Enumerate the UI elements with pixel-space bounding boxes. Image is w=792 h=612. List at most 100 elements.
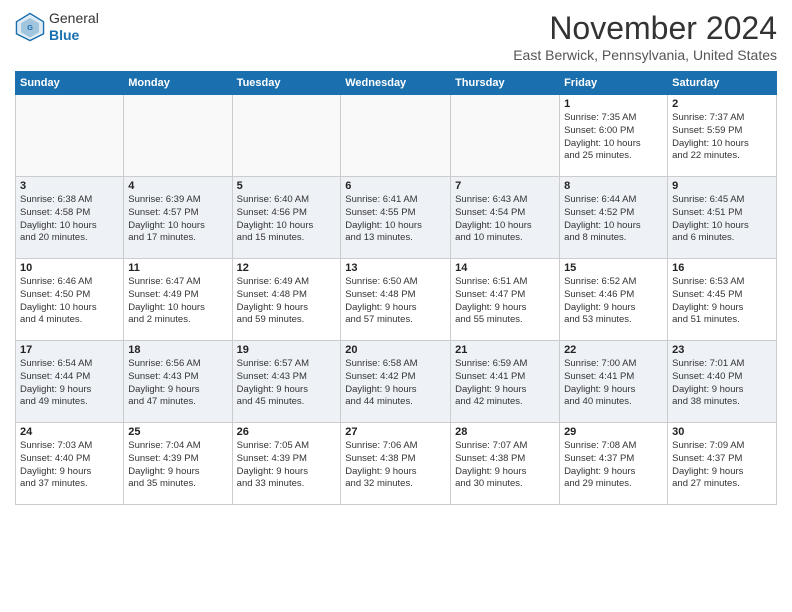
logo-text: General Blue <box>49 10 99 44</box>
calendar-week-3: 10 Sunrise: 6:46 AM Sunset: 4:50 PM Dayli… <box>16 259 777 341</box>
day-info: Sunrise: 6:58 AM Sunset: 4:42 PM Dayligh… <box>345 358 446 409</box>
day-number: 24 <box>20 426 119 438</box>
day-number: 20 <box>345 344 446 356</box>
day-info: Sunrise: 6:47 AM Sunset: 4:49 PM Dayligh… <box>128 276 227 327</box>
calendar-cell <box>232 95 341 177</box>
day-number: 21 <box>455 344 555 356</box>
day-number: 1 <box>564 98 663 110</box>
day-number: 17 <box>20 344 119 356</box>
calendar-cell <box>341 95 451 177</box>
day-number: 13 <box>345 262 446 274</box>
calendar-cell: 14Sunrise: 6:51 AM Sunset: 4:47 PM Dayli… <box>451 259 560 341</box>
day-number: 9 <box>672 180 772 192</box>
day-info: Sunrise: 6:56 AM Sunset: 4:43 PM Dayligh… <box>128 358 227 409</box>
day-number: 18 <box>128 344 227 356</box>
day-number: 11 <box>128 262 227 274</box>
calendar-cell: 5Sunrise: 6:40 AM Sunset: 4:56 PM Daylig… <box>232 177 341 259</box>
day-number: 30 <box>672 426 772 438</box>
calendar-cell: 27Sunrise: 7:06 AM Sunset: 4:38 PM Dayli… <box>341 423 451 505</box>
day-number: 3 <box>20 180 119 192</box>
day-number: 27 <box>345 426 446 438</box>
day-info: Sunrise: 6:57 AM Sunset: 4:43 PM Dayligh… <box>237 358 337 409</box>
day-info: Sunrise: 6:46 AM Sunset: 4:50 PM Dayligh… <box>20 276 119 327</box>
calendar-cell: 29Sunrise: 7:08 AM Sunset: 4:37 PM Dayli… <box>560 423 668 505</box>
calendar-cell: 13 Sunrise: 6:50 AM Sunset: 4:48 PM Dayli… <box>341 259 451 341</box>
logo: G General Blue <box>15 10 99 44</box>
day-info: Sunrise: 7:01 AM Sunset: 4:40 PM Dayligh… <box>672 358 772 409</box>
day-number: 2 <box>672 98 772 110</box>
day-info: Sunrise: 7:37 AM Sunset: 5:59 PM Dayligh… <box>672 112 772 163</box>
calendar-cell <box>124 95 232 177</box>
day-info: Sunrise: 7:08 AM Sunset: 4:37 PM Dayligh… <box>564 440 663 491</box>
calendar-cell: 4 Sunrise: 6:39 AM Sunset: 4:57 PM Daylig… <box>124 177 232 259</box>
calendar-cell <box>16 95 124 177</box>
calendar-cell: 28 Sunrise: 7:07 AM Sunset: 4:38 PM Dayli… <box>451 423 560 505</box>
day-number: 19 <box>237 344 337 356</box>
day-header-sunday: Sunday <box>16 72 124 95</box>
calendar-cell: 17 Sunrise: 6:54 AM Sunset: 4:44 PM Dayli… <box>16 341 124 423</box>
page: G General Blue November 2024 East Berwic… <box>0 0 792 612</box>
calendar-cell: 16Sunrise: 6:53 AM Sunset: 4:45 PM Dayli… <box>668 259 777 341</box>
calendar-cell: 22Sunrise: 7:00 AM Sunset: 4:41 PM Dayli… <box>560 341 668 423</box>
day-info: Sunrise: 6:44 AM Sunset: 4:52 PM Dayligh… <box>564 194 663 245</box>
calendar-cell: 26 Sunrise: 7:05 AM Sunset: 4:39 PM Dayli… <box>232 423 341 505</box>
day-header-thursday: Thursday <box>451 72 560 95</box>
calendar-cell: 8 Sunrise: 6:44 AM Sunset: 4:52 PM Daylig… <box>560 177 668 259</box>
calendar-week-4: 17 Sunrise: 6:54 AM Sunset: 4:44 PM Dayli… <box>16 341 777 423</box>
day-number: 23 <box>672 344 772 356</box>
svg-text:G: G <box>27 23 33 32</box>
calendar-cell: 11 Sunrise: 6:47 AM Sunset: 4:49 PM Dayli… <box>124 259 232 341</box>
day-header-tuesday: Tuesday <box>232 72 341 95</box>
day-number: 28 <box>455 426 555 438</box>
day-info: Sunrise: 6:43 AM Sunset: 4:54 PM Dayligh… <box>455 194 555 245</box>
day-number: 15 <box>564 262 663 274</box>
day-info: Sunrise: 7:03 AM Sunset: 4:40 PM Dayligh… <box>20 440 119 491</box>
day-number: 12 <box>237 262 337 274</box>
day-number: 16 <box>672 262 772 274</box>
logo-icon: G <box>15 12 45 42</box>
day-info: Sunrise: 6:41 AM Sunset: 4:55 PM Dayligh… <box>345 194 446 245</box>
calendar-cell: 19 Sunrise: 6:57 AM Sunset: 4:43 PM Dayli… <box>232 341 341 423</box>
day-info: Sunrise: 7:35 AM Sunset: 6:00 PM Dayligh… <box>564 112 663 163</box>
day-info: Sunrise: 6:49 AM Sunset: 4:48 PM Dayligh… <box>237 276 337 327</box>
calendar-cell: 6 Sunrise: 6:41 AM Sunset: 4:55 PM Daylig… <box>341 177 451 259</box>
calendar-cell: 21 Sunrise: 6:59 AM Sunset: 4:41 PM Dayli… <box>451 341 560 423</box>
calendar-week-5: 24 Sunrise: 7:03 AM Sunset: 4:40 PM Dayli… <box>16 423 777 505</box>
day-info: Sunrise: 6:45 AM Sunset: 4:51 PM Dayligh… <box>672 194 772 245</box>
day-number: 5 <box>237 180 337 192</box>
day-number: 14 <box>455 262 555 274</box>
day-number: 8 <box>564 180 663 192</box>
calendar-cell: 12 Sunrise: 6:49 AM Sunset: 4:48 PM Dayli… <box>232 259 341 341</box>
calendar-cell: 23 Sunrise: 7:01 AM Sunset: 4:40 PM Dayli… <box>668 341 777 423</box>
day-info: Sunrise: 7:05 AM Sunset: 4:39 PM Dayligh… <box>237 440 337 491</box>
day-header-friday: Friday <box>560 72 668 95</box>
day-info: Sunrise: 6:50 AM Sunset: 4:48 PM Dayligh… <box>345 276 446 327</box>
day-header-wednesday: Wednesday <box>341 72 451 95</box>
day-info: Sunrise: 6:38 AM Sunset: 4:58 PM Dayligh… <box>20 194 119 245</box>
day-info: Sunrise: 7:09 AM Sunset: 4:37 PM Dayligh… <box>672 440 772 491</box>
day-number: 10 <box>20 262 119 274</box>
calendar-cell: 7 Sunrise: 6:43 AM Sunset: 4:54 PM Daylig… <box>451 177 560 259</box>
day-info: Sunrise: 6:39 AM Sunset: 4:57 PM Dayligh… <box>128 194 227 245</box>
day-number: 6 <box>345 180 446 192</box>
day-info: Sunrise: 6:54 AM Sunset: 4:44 PM Dayligh… <box>20 358 119 409</box>
day-number: 4 <box>128 180 227 192</box>
calendar-cell: 24 Sunrise: 7:03 AM Sunset: 4:40 PM Dayli… <box>16 423 124 505</box>
day-info: Sunrise: 7:07 AM Sunset: 4:38 PM Dayligh… <box>455 440 555 491</box>
calendar-cell: 25Sunrise: 7:04 AM Sunset: 4:39 PM Dayli… <box>124 423 232 505</box>
days-header-row: SundayMondayTuesdayWednesdayThursdayFrid… <box>16 72 777 95</box>
day-info: Sunrise: 7:04 AM Sunset: 4:39 PM Dayligh… <box>128 440 227 491</box>
calendar-week-2: 3 Sunrise: 6:38 AM Sunset: 4:58 PM Daylig… <box>16 177 777 259</box>
logo-blue: Blue <box>49 27 99 44</box>
title-block: November 2024 East Berwick, Pennsylvania… <box>513 10 777 63</box>
calendar-cell: 15Sunrise: 6:52 AM Sunset: 4:46 PM Dayli… <box>560 259 668 341</box>
calendar-table: SundayMondayTuesdayWednesdayThursdayFrid… <box>15 71 777 505</box>
day-number: 26 <box>237 426 337 438</box>
day-header-saturday: Saturday <box>668 72 777 95</box>
day-info: Sunrise: 6:59 AM Sunset: 4:41 PM Dayligh… <box>455 358 555 409</box>
calendar-cell: 18 Sunrise: 6:56 AM Sunset: 4:43 PM Dayli… <box>124 341 232 423</box>
calendar-cell: 10 Sunrise: 6:46 AM Sunset: 4:50 PM Dayli… <box>16 259 124 341</box>
day-number: 7 <box>455 180 555 192</box>
header: G General Blue November 2024 East Berwic… <box>15 10 777 63</box>
calendar-cell: 30 Sunrise: 7:09 AM Sunset: 4:37 PM Dayli… <box>668 423 777 505</box>
